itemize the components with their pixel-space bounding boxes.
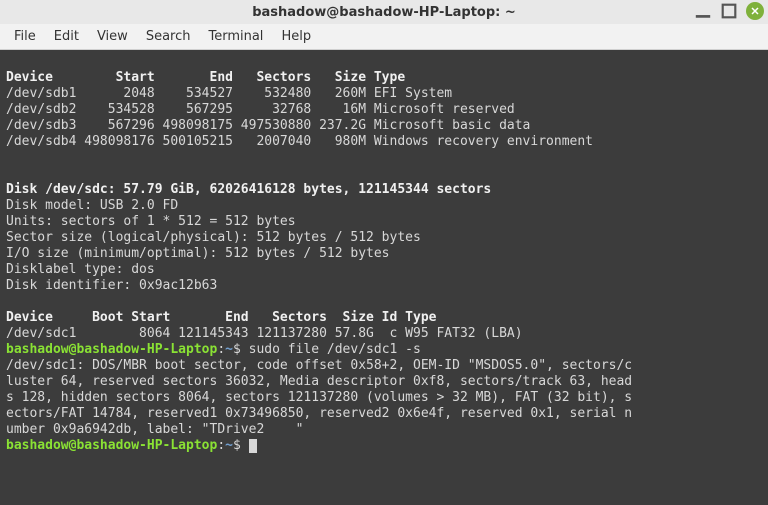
table-row: /dev/sdb1 2048 534527 532480 260M EFI Sy… — [6, 86, 452, 101]
output-line: Sector size (logical/physical): 512 byte… — [6, 230, 421, 245]
prompt-dollar: $ — [233, 342, 249, 357]
command-text: sudo file /dev/sdc1 -s — [249, 342, 421, 357]
maximize-button[interactable] — [720, 2, 738, 20]
terminal-window: bashadow@bashadow-HP-Laptop: ~ File Edit… — [0, 0, 768, 505]
prompt-user: bashadow@bashadow-HP-Laptop — [6, 438, 217, 453]
output-line: umber 0x9a6942db, label: "TDrive2 " — [6, 422, 303, 437]
prompt-dollar: $ — [233, 438, 249, 453]
output-line: ectors/FAT 14784, reserved1 0x73496850, … — [6, 406, 632, 421]
close-button[interactable] — [746, 2, 764, 20]
prompt-user: bashadow@bashadow-HP-Laptop — [6, 342, 217, 357]
table-row: /dev/sdc1 8064 121145343 121137280 57.8G… — [6, 326, 523, 341]
output-line: I/O size (minimum/optimal): 512 bytes / … — [6, 246, 390, 261]
output-line: Disklabel type: dos — [6, 262, 155, 277]
menu-terminal[interactable]: Terminal — [200, 26, 271, 47]
table-row: /dev/sdb2 534528 567295 32768 16M Micros… — [6, 102, 515, 117]
menubar: File Edit View Search Terminal Help — [0, 24, 768, 50]
disk-header: Disk /dev/sdc: 57.79 GiB, 62026416128 by… — [6, 182, 491, 197]
menu-view[interactable]: View — [89, 26, 136, 47]
cursor — [249, 439, 257, 453]
close-icon — [750, 6, 760, 16]
output-line: /dev/sdc1: DOS/MBR boot sector, code off… — [6, 358, 632, 373]
output-line: Disk identifier: 0x9ac12b63 — [6, 278, 217, 293]
prompt-colon: : — [217, 342, 225, 357]
window-title: bashadow@bashadow-HP-Laptop: ~ — [0, 5, 768, 20]
prompt-path: ~ — [225, 342, 233, 357]
terminal-output[interactable]: Device Start End Sectors Size Type /dev/… — [0, 50, 768, 505]
prompt-path: ~ — [225, 438, 233, 453]
minimize-icon — [694, 2, 712, 20]
menu-help[interactable]: Help — [273, 26, 319, 47]
output-line: s 128, hidden sectors 8064, sectors 1211… — [6, 390, 632, 405]
output-line: luster 64, reserved sectors 36032, Media… — [6, 374, 632, 389]
table-row: /dev/sdb3 567296 498098175 497530880 237… — [6, 118, 530, 133]
menu-file[interactable]: File — [6, 26, 44, 47]
output-line: Units: sectors of 1 * 512 = 512 bytes — [6, 214, 296, 229]
minimize-button[interactable] — [694, 2, 712, 20]
table-header: Device Boot Start End Sectors Size Id Ty… — [6, 310, 436, 325]
prompt-colon: : — [217, 438, 225, 453]
table-row: /dev/sdb4 498098176 500105215 2007040 98… — [6, 134, 593, 149]
titlebar: bashadow@bashadow-HP-Laptop: ~ — [0, 0, 768, 24]
menu-edit[interactable]: Edit — [46, 26, 87, 47]
window-controls — [694, 2, 764, 20]
maximize-icon — [720, 2, 738, 20]
output-line: Disk model: USB 2.0 FD — [6, 198, 225, 213]
table-header: Device Start End Sectors Size Type — [6, 70, 405, 85]
menu-search[interactable]: Search — [138, 26, 199, 47]
